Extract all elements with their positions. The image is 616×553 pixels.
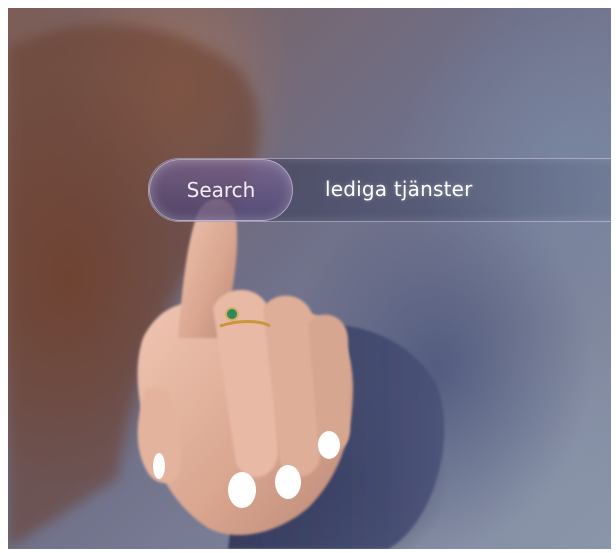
hand-illustration bbox=[8, 24, 445, 549]
search-button[interactable]: Search bbox=[149, 159, 293, 221]
nail-middle bbox=[228, 472, 256, 508]
nail-ring bbox=[275, 465, 301, 499]
nail-pinky bbox=[318, 431, 340, 459]
search-bar[interactable]: Search lediga tjänster bbox=[148, 158, 611, 222]
nail-thumb bbox=[153, 453, 165, 479]
background-photo: Search lediga tjänster bbox=[8, 8, 611, 549]
search-input[interactable]: lediga tjänster bbox=[325, 159, 473, 221]
